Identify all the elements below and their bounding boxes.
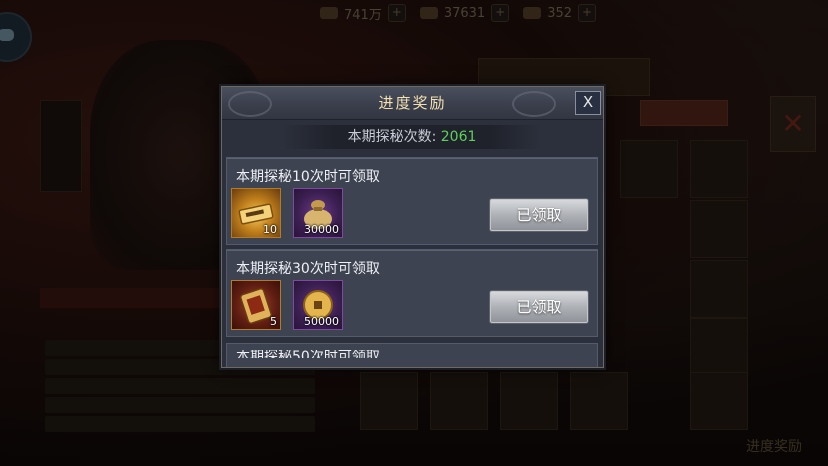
reward-condition: 本期探秘30次时可领取: [236, 261, 380, 277]
item-count: 10: [263, 223, 277, 236]
explore-count-value: 2061: [440, 129, 477, 145]
close-button[interactable]: X: [575, 91, 601, 115]
dialog-title: 进度奖励: [378, 94, 447, 112]
reward-card: 本期探秘50次时可领取: [226, 343, 598, 367]
explore-count: 本期探秘次数: 2061: [282, 125, 542, 149]
order-scroll-icon[interactable]: 5: [231, 280, 281, 330]
reward-condition: 本期探秘10次时可领取: [236, 169, 380, 185]
reward-card: 本期探秘30次时可领取 5 50000 已领取: [226, 249, 598, 337]
claimed-button[interactable]: 已领取: [489, 198, 589, 232]
item-count: 5: [270, 315, 277, 328]
gold-coin-icon[interactable]: 50000: [293, 280, 343, 330]
dialog-header: 进度奖励 X: [222, 87, 603, 120]
reward-condition: 本期探秘50次时可领取: [236, 350, 380, 358]
coin-sack-icon[interactable]: 30000: [293, 188, 343, 238]
claimed-button[interactable]: 已领取: [489, 290, 589, 324]
progress-reward-dialog: 进度奖励 X 本期探秘次数: 2061 本期探秘10次时可领取 10 30000…: [221, 86, 604, 368]
reward-card: 本期探秘10次时可领取 10 30000 已领取: [226, 157, 598, 245]
item-count: 30000: [304, 223, 339, 236]
gold-bar-token-icon[interactable]: 10: [231, 188, 281, 238]
reward-list[interactable]: 本期探秘10次时可领取 10 30000 已领取 本期探秘30次时可领取 5 5…: [226, 157, 598, 367]
item-count: 50000: [304, 315, 339, 328]
explore-count-label: 本期探秘次数:: [347, 129, 437, 145]
